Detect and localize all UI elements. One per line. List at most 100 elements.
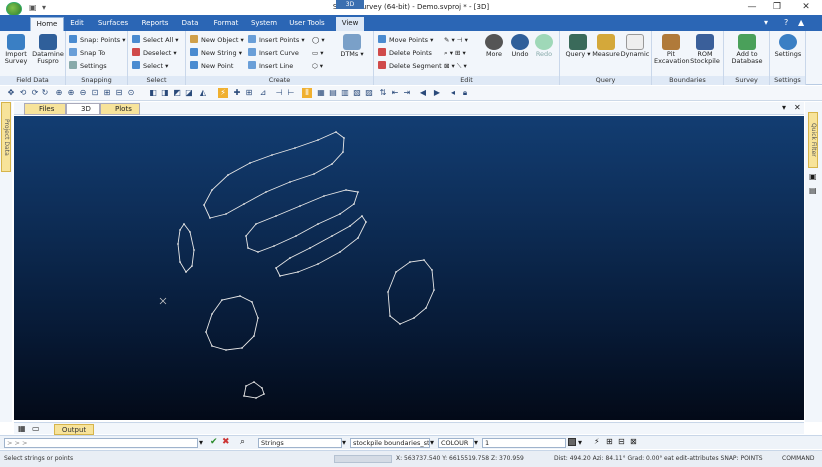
circle-tool-icon[interactable]: ◯ ▾	[312, 35, 325, 46]
stockpile-1-point[interactable]	[265, 191, 267, 193]
stockpile-3-point[interactable]	[297, 271, 299, 273]
stockpile-5-point[interactable]	[409, 261, 411, 263]
crosshair-icon[interactable]: ✚	[232, 88, 242, 98]
stockpile-2-point[interactable]	[273, 245, 275, 247]
stockpile-1-point[interactable]	[227, 174, 229, 176]
step-icon[interactable]: ⇅	[378, 88, 388, 98]
tab-3d[interactable]: 3D	[66, 103, 100, 115]
stockpile-4-point[interactable]	[179, 261, 181, 263]
insert-line-button[interactable]: Insert Line	[248, 61, 293, 72]
stockpile-1-point[interactable]	[317, 139, 319, 141]
grid-icon[interactable]: ⊞	[244, 88, 254, 98]
stockpile-1-point[interactable]	[209, 217, 211, 219]
stockpile-7-string[interactable]	[243, 381, 265, 399]
stockpile-6-point[interactable]	[251, 301, 253, 303]
side-tool-1-icon[interactable]: ▣	[809, 172, 817, 181]
stockpile-1-string[interactable]	[203, 131, 345, 219]
ribbon-minimize-icon[interactable]: ▲	[798, 18, 804, 27]
zoom-out-icon[interactable]: ⊖	[78, 88, 88, 98]
deselect-button[interactable]: Deselect ▾	[132, 48, 177, 59]
step-forward-icon[interactable]: ⇥	[402, 88, 412, 98]
stockpile-5-point[interactable]	[399, 323, 401, 325]
tab-data[interactable]: Data	[176, 17, 204, 31]
tab-plots[interactable]: Plots	[100, 103, 140, 115]
stockpile-3-point[interactable]	[275, 267, 277, 269]
stockpile-3-string[interactable]	[275, 215, 367, 277]
stockpile-4-point[interactable]	[185, 271, 187, 273]
add-to-database-button[interactable]: Add to Database	[728, 34, 766, 65]
stockpile-5-point[interactable]	[423, 259, 425, 261]
output-tab[interactable]: Output	[54, 424, 94, 435]
stockpile-2-point[interactable]	[339, 213, 341, 215]
new-string-button[interactable]: New String ▾	[190, 48, 242, 59]
object-type-dropdown-icon[interactable]: ▾	[342, 438, 346, 447]
settings-button[interactable]: Settings	[772, 34, 804, 58]
stockpile-7-point[interactable]	[261, 387, 263, 389]
stockpile-3-point[interactable]	[317, 263, 319, 265]
lock-icon[interactable]: 🔒︎	[460, 88, 470, 98]
doc-pin-icon[interactable]: ▾	[782, 103, 786, 112]
tab-user-tools[interactable]: User Tools	[286, 17, 328, 31]
stockpile-3-point[interactable]	[339, 251, 341, 253]
quick-filter-tab[interactable]: Quick Filter	[808, 112, 818, 168]
stockpile-1-point[interactable]	[289, 181, 291, 183]
stockpile-3-point[interactable]	[365, 221, 367, 223]
stockpile-6-string[interactable]	[205, 295, 259, 351]
move-points-button[interactable]: Move Points ▾	[378, 35, 433, 46]
orbit-icon[interactable]: ⟲	[18, 88, 28, 98]
tab-home[interactable]: Home	[30, 17, 64, 31]
zoom-previous-icon[interactable]: ⊟	[114, 88, 124, 98]
output-grid-icon[interactable]: ▦	[18, 424, 26, 433]
stockpile-6-point[interactable]	[211, 345, 213, 347]
stockpile-3-point[interactable]	[331, 235, 333, 237]
stockpile-4-point[interactable]	[193, 249, 195, 251]
stockpile-3-point[interactable]	[309, 247, 311, 249]
stockpile-1-point[interactable]	[335, 131, 337, 133]
zoom-in-icon[interactable]: ⊕	[66, 88, 76, 98]
stockpile-2-point[interactable]	[295, 235, 297, 237]
stockpile-7-point[interactable]	[253, 381, 255, 383]
help-icon[interactable]: ?	[784, 18, 788, 27]
stockpile-1-point[interactable]	[225, 213, 227, 215]
stockpile-4-point[interactable]	[179, 229, 181, 231]
doc-close-icon[interactable]: ✕	[794, 103, 801, 112]
layer-4-icon[interactable]: ▧	[352, 88, 362, 98]
layer-5-icon[interactable]: ▨	[364, 88, 374, 98]
apply-icon[interactable]: ✔	[210, 437, 218, 447]
attr-tool-2-icon[interactable]: ⊞	[606, 437, 613, 446]
attribute-value-input[interactable]: 1	[482, 438, 566, 448]
stockpile-4-point[interactable]	[183, 223, 185, 225]
rom-stockpile-button[interactable]: ROM Stockpile	[688, 34, 722, 65]
datamine-fuspro-button[interactable]: Datamine Fuspro	[32, 34, 64, 65]
redo-button[interactable]: Redo	[532, 34, 556, 58]
stockpile-4-point[interactable]	[191, 265, 193, 267]
insert-points-button[interactable]: Insert Points ▾	[248, 35, 305, 46]
search-icon[interactable]: ⌕	[240, 437, 245, 447]
stockpile-2-point[interactable]	[323, 195, 325, 197]
stockpile-5-point[interactable]	[413, 317, 415, 319]
select-button[interactable]: Select ▾	[132, 61, 168, 72]
select-all-button[interactable]: Select All ▾	[132, 35, 179, 46]
view-plan-icon[interactable]: ◧	[148, 88, 158, 98]
stockpile-4-point[interactable]	[177, 243, 179, 245]
edit-tool-1-icon[interactable]: ✎ ▾ ⊣ ▾	[444, 35, 468, 46]
attribute-dropdown-icon[interactable]: ▾	[474, 438, 478, 447]
stockpile-4-point[interactable]	[189, 231, 191, 233]
pan-icon[interactable]: ✥	[6, 88, 16, 98]
stockpile-5-string[interactable]	[387, 259, 435, 325]
stockpile-6-point[interactable]	[239, 295, 241, 297]
snap-points-button[interactable]: Snap: Points ▾	[69, 35, 125, 46]
section-right-icon[interactable]: ⊢	[286, 88, 296, 98]
stockpile-5-point[interactable]	[389, 315, 391, 317]
stockpile-2-point[interactable]	[255, 223, 257, 225]
stockpile-2-point[interactable]	[357, 191, 359, 193]
output-doc-icon[interactable]: ▭	[32, 424, 40, 433]
stockpile-6-point[interactable]	[221, 299, 223, 301]
import-survey-button[interactable]: Import Survey	[2, 34, 30, 65]
dynamic-button[interactable]: Dynamic	[620, 34, 650, 58]
view-iso2-icon[interactable]: ◭	[198, 88, 208, 98]
stockpile-3-point[interactable]	[279, 275, 281, 277]
edit-tool-2-icon[interactable]: ⌕ ▾ ⊞ ▾	[444, 48, 466, 59]
tab-format[interactable]: Format	[210, 17, 242, 31]
stockpile-1-point[interactable]	[211, 189, 213, 191]
